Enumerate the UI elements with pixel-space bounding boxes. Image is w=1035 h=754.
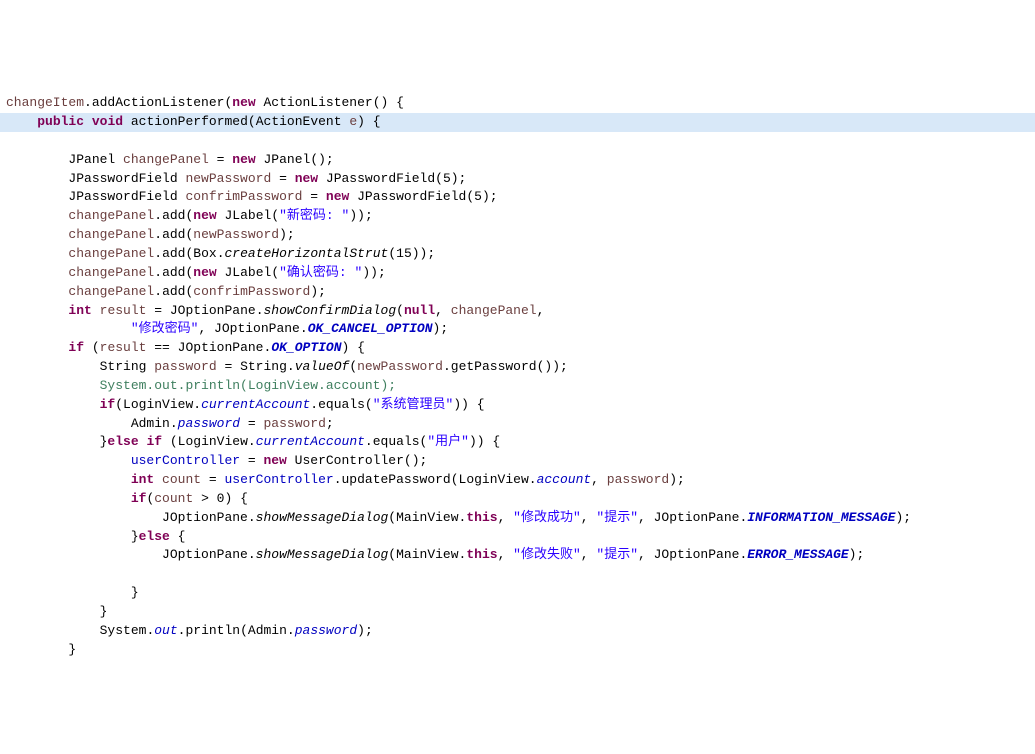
code-line: JPasswordField newPassword = new JPasswo… [0,171,472,186]
code-line: "修改密码", JOptionPane.OK_CANCEL_OPTION); [0,321,454,336]
code-line: userController = new UserController(); [0,453,433,468]
code-line: } [0,642,82,657]
code-line: int result = JOptionPane.showConfirmDial… [0,303,550,318]
code-line: } [0,585,145,600]
code-line: JOptionPane.showMessageDialog(MainView.t… [0,547,870,562]
code-line: String password = String.valueOf(newPass… [0,359,574,374]
code-line: changePanel.add(Box.createHorizontalStru… [0,246,441,261]
code-line [0,566,20,581]
code-line-highlight: public void actionPerformed(ActionEvent … [0,113,1035,132]
code-line: changeItem.addActionListener(new ActionL… [0,95,410,110]
code-line: Admin.password = password; [0,416,340,431]
code-line: changePanel.add(new JLabel("新密码: ")); [0,208,379,223]
code-line: if(count > 0) { [0,491,254,506]
code-line: JPanel changePanel = new JPanel(); [0,152,340,167]
code-line: changePanel.add(newPassword); [0,227,301,242]
code-line: JOptionPane.showMessageDialog(MainView.t… [0,510,917,525]
code-line: }else if (LoginView.currentAccount.equal… [0,434,506,449]
code-line: } [0,604,113,619]
code-line: if(LoginView.currentAccount.equals("系统管理… [0,397,491,412]
code-line: System.out.println(LoginView.account); [0,378,402,393]
code-line: }else { [0,529,191,544]
code-line: if (result == JOptionPane.OK_OPTION) { [0,340,371,355]
code-line: changePanel.add(confrimPassword); [0,284,332,299]
code-line: JPasswordField confrimPassword = new JPa… [0,189,504,204]
code-line: int count = userController.updatePasswor… [0,472,691,487]
code-line: changePanel.add(new JLabel("确认密码: ")); [0,265,392,280]
code-line: System.out.println(Admin.password); [0,623,379,638]
code-block: changeItem.addActionListener(new ActionL… [0,75,1035,659]
